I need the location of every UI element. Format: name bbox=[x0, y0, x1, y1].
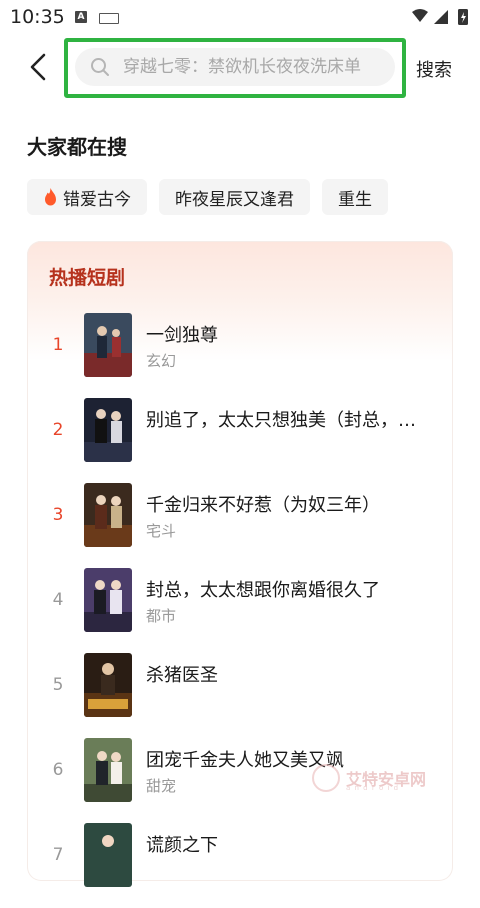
drama-title: 杀猪医圣 bbox=[146, 665, 218, 686]
drama-tag: 宅斗 bbox=[146, 522, 177, 540]
drama-tag: 都市 bbox=[146, 607, 177, 625]
rank-item[interactable]: 4 封总，太太想跟你离婚很久了 都市 bbox=[27, 568, 453, 653]
signal-icon bbox=[434, 10, 448, 24]
drama-title: 谎颜之下 bbox=[146, 835, 218, 856]
a-notification-icon: A bbox=[75, 11, 87, 23]
drama-title: 千金归来不好惹（为奴三年） bbox=[146, 495, 380, 516]
keyboard-icon bbox=[99, 13, 119, 24]
watermark-icon bbox=[312, 764, 340, 792]
rank-item[interactable]: 5 杀猪医圣 bbox=[27, 653, 453, 738]
rank-item[interactable]: 3 千金归来不好惹（为奴三年） 宅斗 bbox=[27, 483, 453, 568]
drama-poster[interactable] bbox=[84, 568, 132, 632]
hot-chip-1[interactable]: 错爱古今 bbox=[27, 179, 147, 215]
hot-drama-title: 热播短剧 bbox=[49, 267, 126, 289]
drama-title: 别追了，太太只想独美（封总，… bbox=[146, 410, 416, 431]
rank-number: 7 bbox=[52, 845, 64, 865]
hot-chip-label: 重生 bbox=[338, 189, 372, 210]
watermark-subtext: a n d r o i d bbox=[346, 784, 400, 792]
drama-title: 封总，太太想跟你离婚很久了 bbox=[146, 580, 380, 601]
drama-poster[interactable] bbox=[84, 738, 132, 802]
drama-title: 一剑独尊 bbox=[146, 325, 218, 346]
drama-poster[interactable] bbox=[84, 653, 132, 717]
hot-chip-label: 昨夜星辰又逢君 bbox=[175, 189, 294, 210]
hot-search-title: 大家都在搜 bbox=[27, 135, 127, 159]
rank-number: 2 bbox=[52, 420, 64, 440]
watermark-logo: 艾特安卓网 a n d r o i d bbox=[312, 764, 442, 794]
status-time: 10:35 bbox=[10, 6, 65, 28]
hot-chip-2[interactable]: 昨夜星辰又逢君 bbox=[159, 179, 310, 215]
hot-search-chips: 错爱古今 昨夜星辰又逢君 重生 bbox=[27, 179, 388, 215]
rank-number: 6 bbox=[52, 760, 64, 780]
rank-number: 4 bbox=[52, 590, 64, 610]
search-highlight-frame bbox=[64, 38, 406, 98]
rank-list: 1 一剑独尊 玄幻 2 别追了，太太只想独美（封总，… 3 千金归来不好惹（为奴… bbox=[27, 313, 453, 908]
rank-item[interactable]: 1 一剑独尊 玄幻 bbox=[27, 313, 453, 398]
status-icons bbox=[412, 9, 468, 25]
drama-poster[interactable] bbox=[84, 313, 132, 377]
drama-poster[interactable] bbox=[84, 483, 132, 547]
rank-item[interactable]: 2 别追了，太太只想独美（封总，… bbox=[27, 398, 453, 483]
rank-number: 1 bbox=[52, 335, 64, 355]
status-bar: 10:35 A bbox=[0, 0, 480, 34]
rank-number: 3 bbox=[52, 505, 64, 525]
fire-icon bbox=[45, 187, 56, 205]
back-arrow-icon[interactable] bbox=[24, 50, 54, 84]
rank-item[interactable]: 7 谎颜之下 bbox=[27, 823, 453, 908]
drama-tag: 甜宠 bbox=[146, 777, 177, 795]
hot-chip-3[interactable]: 重生 bbox=[322, 179, 388, 215]
search-button[interactable]: 搜索 bbox=[416, 56, 452, 82]
drama-poster[interactable] bbox=[84, 823, 132, 887]
rank-number: 5 bbox=[52, 675, 64, 695]
drama-poster[interactable] bbox=[84, 398, 132, 462]
drama-tag: 玄幻 bbox=[146, 352, 177, 370]
hot-chip-label: 错爱古今 bbox=[63, 189, 131, 210]
wifi-icon bbox=[412, 9, 428, 22]
